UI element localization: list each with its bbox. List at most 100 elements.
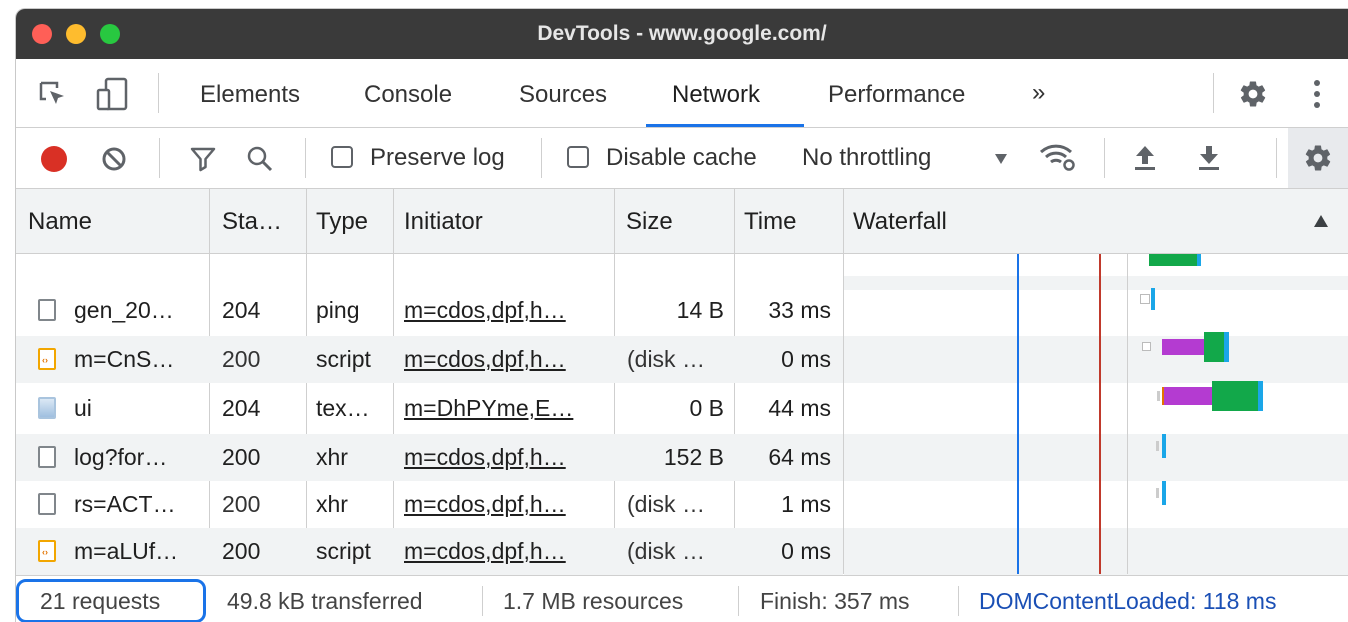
request-status: 200 [222,444,261,470]
request-name: log?for… [74,444,168,470]
request-initiator-link[interactable]: m=DhPYme,E… [404,395,573,422]
title-bar: DevTools - www.google.com/ [16,9,1348,59]
column-header-time[interactable]: Time [744,208,796,236]
request-size: (disk … [627,538,705,564]
request-type: script [316,538,371,564]
request-status: 200 [222,491,261,517]
more-tabs-chevron-icon[interactable]: » [1032,79,1045,107]
request-status: 204 [222,395,261,421]
settings-gear-icon[interactable] [1238,79,1268,109]
request-status: 200 [222,346,261,372]
network-settings-gear-icon[interactable] [1288,128,1348,188]
network-conditions-wifi-icon[interactable] [1038,142,1076,172]
request-time: 0 ms [781,346,831,372]
inspect-element-icon[interactable] [38,80,68,110]
preserve-log-label: Preserve log [370,144,505,171]
tab-elements[interactable]: Elements [200,81,300,109]
request-time: 44 ms [768,395,831,421]
search-icon[interactable] [246,145,274,173]
more-options-kebab-icon[interactable] [1312,79,1322,109]
resources-size: 1.7 MB resources [503,588,684,614]
column-header-type[interactable]: Type [316,208,368,236]
column-header-waterfall[interactable]: Waterfall [853,208,947,236]
sort-ascending-icon[interactable] [1313,214,1329,228]
request-type: tex… [316,395,370,421]
status-bar: 21 requests 49.8 kB transferred 1.7 MB r… [16,575,1348,622]
document-icon [38,493,56,515]
waterfall-bar [1156,441,1159,451]
waterfall-bar [1142,342,1151,351]
record-stop-button[interactable] [40,145,68,173]
request-initiator-link[interactable]: m=cdos,dpf,h… [404,538,566,565]
table-row[interactable]: log?for… 200 xhr m=cdos,dpf,h… 152 B 64 … [16,434,843,481]
panel-tab-bar: Elements Console Sources Network Perform… [16,59,1348,128]
waterfall-bar [1149,254,1197,266]
import-har-upload-icon[interactable] [1133,144,1157,172]
waterfall-bar [1224,332,1229,362]
table-row[interactable]: ‹› m=CnS… 200 script m=cdos,dpf,h… (disk… [16,336,843,383]
image-icon [38,397,56,419]
table-row[interactable]: gen_20… 204 ping m=cdos,dpf,h… 14 B 33 m… [16,287,843,334]
filter-funnel-icon[interactable] [190,146,216,172]
request-size: 0 B [689,395,724,421]
request-size: 14 B [676,297,724,323]
tab-network[interactable]: Network [672,81,760,109]
request-time: 64 ms [768,444,831,470]
script-icon: ‹› [38,540,56,562]
column-header-status[interactable]: Sta… [222,208,282,236]
finish-time: Finish: 357 ms [760,588,910,614]
request-status: 200 [222,538,261,564]
load-event-line [1099,254,1101,574]
waterfall-bar [1151,288,1155,310]
waterfall-bar [1258,381,1263,411]
tab-performance[interactable]: Performance [828,81,965,109]
request-type: script [316,346,371,372]
request-name: gen_20… [74,297,174,323]
waterfall-bar [1162,481,1166,505]
clear-log-icon[interactable] [101,146,127,172]
tab-console[interactable]: Console [364,81,452,109]
request-initiator-link[interactable]: m=cdos,dpf,h… [404,491,566,518]
request-name: m=CnS… [74,346,175,372]
waterfall-divider [1127,254,1128,574]
request-time: 1 ms [781,491,831,517]
table-row[interactable]: rs=ACT… 200 xhr m=cdos,dpf,h… (disk … 1 … [16,481,843,528]
waterfall-bar [1162,339,1204,355]
requests-table-header: Name Sta… Type Initiator Size Time Water… [16,189,1348,254]
column-header-size[interactable]: Size [626,208,673,236]
waterfall-bar [1157,391,1160,401]
request-size: (disk … [627,346,705,372]
dom-content-loaded-time: DOMContentLoaded: 118 ms [979,588,1277,614]
request-time: 0 ms [781,538,831,564]
dom-content-loaded-line [1017,254,1019,574]
request-initiator-link[interactable]: m=cdos,dpf,h… [404,346,566,373]
request-name: rs=ACT… [74,491,176,517]
request-name: ui [74,395,92,421]
waterfall-bar [1204,332,1224,362]
export-har-download-icon[interactable] [1197,144,1221,172]
devtools-window: DevTools - www.google.com/ Elements Cons… [15,8,1348,622]
disable-cache-checkbox[interactable] [567,146,589,168]
request-type: xhr [316,491,348,517]
request-initiator-link[interactable]: m=cdos,dpf,h… [404,444,566,471]
throttling-select[interactable]: No throttling [802,144,931,172]
column-header-name[interactable]: Name [28,208,92,236]
script-icon: ‹› [38,348,56,370]
document-icon [38,299,56,321]
waterfall-bar [1164,387,1212,405]
waterfall-pane[interactable] [844,254,1348,575]
dropdown-arrow-icon[interactable] [994,153,1008,165]
request-type: ping [316,297,360,323]
request-type: xhr [316,444,348,470]
document-icon [38,446,56,468]
preserve-log-checkbox[interactable] [331,146,353,168]
request-name: m=aLUf… [74,538,179,564]
column-header-initiator[interactable]: Initiator [404,208,483,236]
table-row[interactable]: ui 204 tex… m=DhPYme,E… 0 B 44 ms [16,385,843,432]
requests-count: 21 requests [40,588,161,614]
tab-sources[interactable]: Sources [519,81,607,109]
request-initiator-link[interactable]: m=cdos,dpf,h… [404,297,566,324]
table-row[interactable]: ‹› m=aLUf… 200 script m=cdos,dpf,h… (dis… [16,528,843,575]
waterfall-bar [1162,434,1166,458]
device-toolbar-icon[interactable] [96,77,130,111]
